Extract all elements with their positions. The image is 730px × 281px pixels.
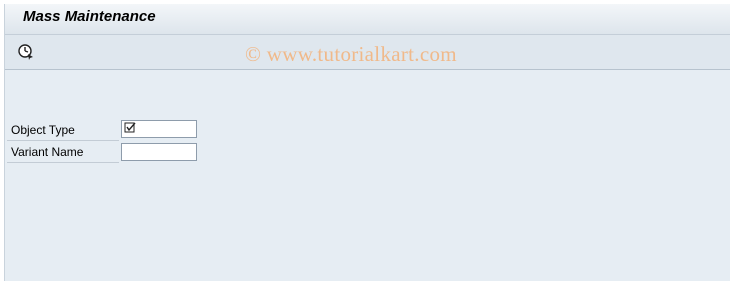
page-title: Mass Maintenance [23,8,156,25]
variant-name-label: Variant Name [11,145,84,159]
object-type-row: Object Type [7,120,119,141]
title-bar: Mass Maintenance [5,4,730,35]
variant-name-row: Variant Name [7,142,119,163]
execute-icon [18,44,33,60]
watermark-text: © www.tutorialkart.com [245,42,457,66]
execute-button[interactable] [17,43,35,61]
app-window: Mass Maintenance © www.tutorialkart.com … [4,4,730,281]
application-toolbar: © www.tutorialkart.com [5,35,730,70]
variant-name-field[interactable] [121,143,197,161]
object-type-label: Object Type [11,123,75,137]
checkbox-icon [124,122,136,133]
object-type-field[interactable] [121,120,197,138]
